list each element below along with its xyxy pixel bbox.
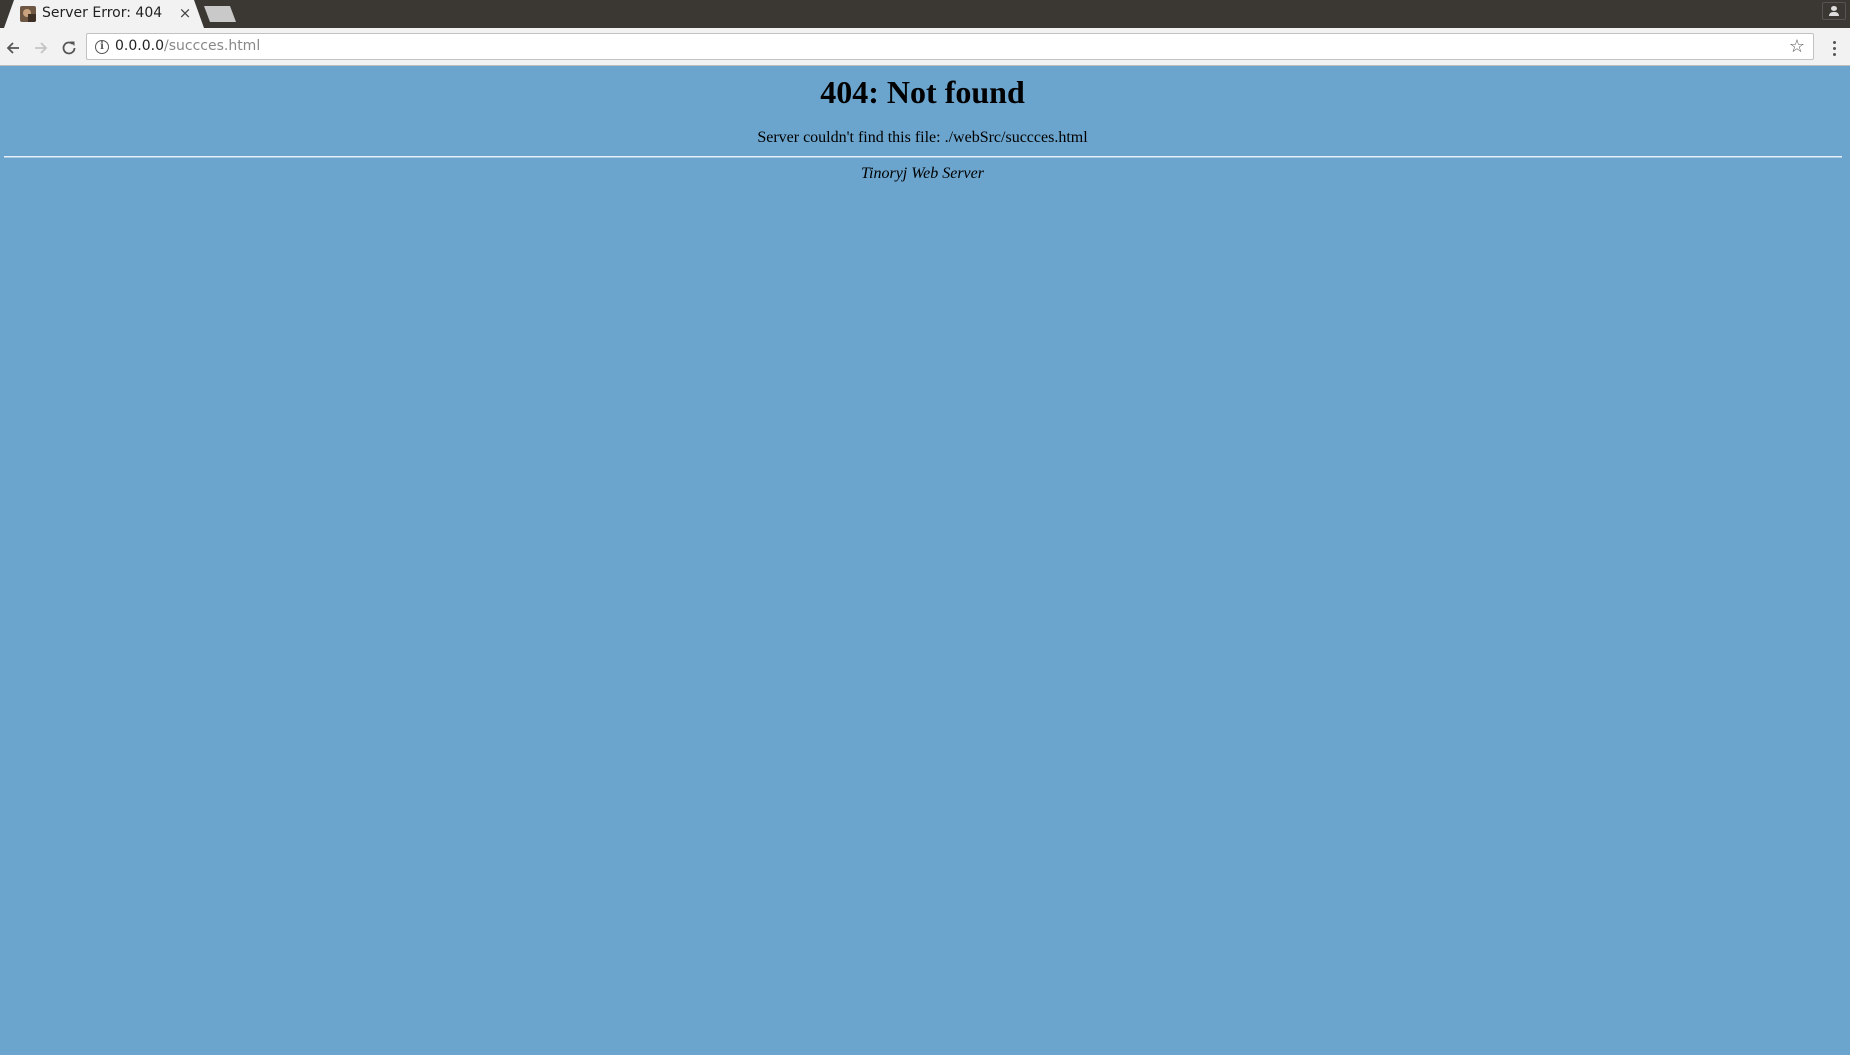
info-icon[interactable]: i [95, 40, 109, 54]
url-text[interactable]: 0.0.0.0/succces.html [115, 38, 260, 54]
menu-dot [1832, 46, 1836, 50]
address-bar[interactable]: i 0.0.0.0/succces.html ☆ [86, 33, 1814, 60]
kebab-menu-icon[interactable] [1822, 36, 1846, 60]
star-icon[interactable]: ☆ [1787, 37, 1807, 57]
new-tab-button[interactable] [204, 6, 236, 22]
tab-title: Server Error: 404 [42, 5, 163, 21]
forward-arrow-icon [35, 42, 48, 54]
active-tab[interactable]: Server Error: 404 × [4, 0, 204, 28]
menu-dot [1832, 52, 1836, 56]
browser-toolbar: i 0.0.0.0/succces.html ☆ [0, 28, 1850, 66]
reload-button[interactable] [57, 36, 81, 60]
tab-strip: Server Error: 404 × [0, 0, 1850, 28]
page-title: 404: Not found [820, 74, 1025, 110]
divider [4, 156, 1842, 158]
server-signature: Tinoryj Web Server [861, 165, 984, 182]
menu-dot [1832, 40, 1836, 44]
site-favicon-icon [20, 6, 36, 22]
tab-close-icon[interactable]: × [176, 4, 194, 22]
url-path: /succces.html [163, 38, 261, 54]
back-arrow-icon [6, 42, 19, 54]
profile-icon[interactable] [1822, 2, 1846, 20]
url-host: 0.0.0.0 [115, 38, 164, 54]
error-message: Server couldn't find this file: ./webSrc… [757, 129, 1088, 146]
back-button[interactable] [1, 36, 25, 60]
reload-icon [62, 41, 76, 55]
page-body: 404: Not found Server couldn't find this… [0, 66, 1850, 1055]
forward-button[interactable] [29, 36, 53, 60]
